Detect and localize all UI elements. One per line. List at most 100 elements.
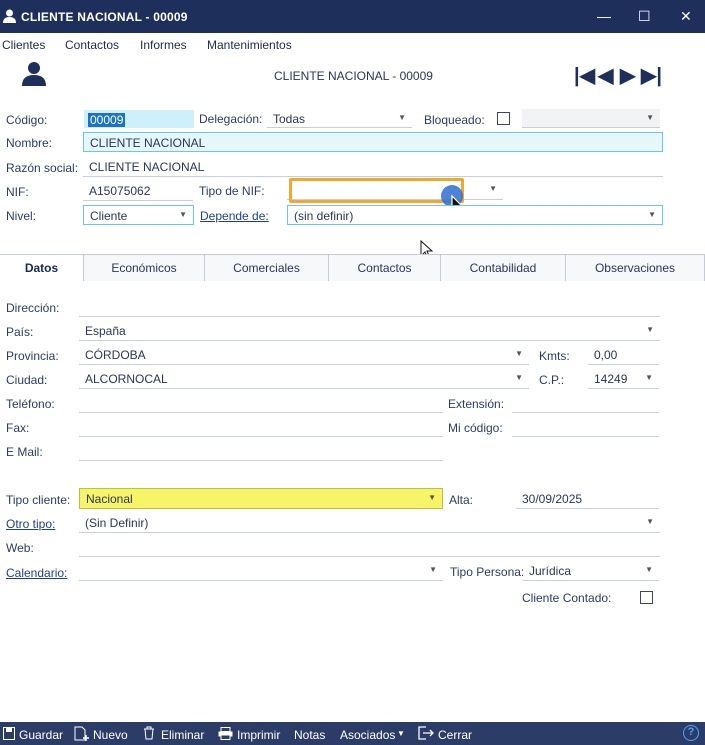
- fax-label: Fax:: [6, 421, 30, 435]
- user-icon: [3, 9, 16, 23]
- depende-de-select[interactable]: (sin definir) ▼: [287, 205, 663, 225]
- last-record-button[interactable]: ▶|: [641, 63, 662, 88]
- record-caption: CLIENTE NACIONAL - 00009: [274, 69, 433, 83]
- nif-field[interactable]: A15075062: [83, 181, 193, 201]
- tab-bar: Datos Económicos Comerciales Contactos C…: [0, 254, 705, 281]
- delegacion-label: Delegación:: [199, 112, 263, 126]
- otro-tipo-select[interactable]: (Sin Definir) ▼: [79, 513, 660, 533]
- direccion-label: Dirección:: [6, 301, 60, 315]
- mi-codigo-field[interactable]: [512, 417, 659, 437]
- nuevo-button[interactable]: Nuevo: [93, 728, 128, 742]
- trash-icon: [144, 726, 154, 740]
- chevron-down-icon: ▼: [646, 325, 654, 334]
- depende-de-link[interactable]: Depende de:: [200, 209, 269, 223]
- codigo-label: Código:: [6, 113, 48, 127]
- menu-contactos[interactable]: Contactos: [65, 38, 119, 52]
- notas-button[interactable]: Notas: [294, 728, 325, 742]
- otro-tipo-value: (Sin Definir): [85, 516, 149, 530]
- tab-contabilidad[interactable]: Contabilidad: [440, 254, 566, 281]
- bloqueado-checkbox[interactable]: [497, 112, 510, 125]
- help-icon[interactable]: ?: [683, 725, 699, 741]
- mi-codigo-label: Mi código:: [448, 421, 503, 435]
- close-button[interactable]: ✕: [680, 8, 692, 25]
- chevron-down-icon: ▼: [515, 373, 523, 382]
- razon-social-label: Razón social:: [6, 161, 79, 175]
- asociados-dropdown[interactable]: Asociados: [340, 728, 395, 742]
- cliente-contado-checkbox[interactable]: [640, 591, 653, 604]
- tipo-cliente-label: Tipo cliente:: [6, 493, 71, 507]
- chevron-down-icon: ▼: [645, 565, 653, 574]
- kmts-value: 0,00: [594, 348, 618, 362]
- provincia-label: Provincia:: [6, 349, 59, 363]
- chevron-down-icon: ▼: [428, 493, 436, 502]
- delegacion-value: Todas: [273, 112, 306, 126]
- pais-select[interactable]: España ▼: [79, 321, 660, 341]
- otro-tipo-link[interactable]: Otro tipo:: [6, 517, 55, 531]
- tab-economicos[interactable]: Económicos: [83, 254, 205, 281]
- tipo-cliente-value: Nacional: [86, 492, 133, 506]
- new-document-icon: [74, 726, 89, 741]
- previous-record-button[interactable]: ◀: [598, 63, 613, 88]
- kmts-label: Kmts:: [539, 349, 570, 363]
- razon-social-field[interactable]: CLIENTE NACIONAL: [83, 157, 663, 177]
- bloqueado-reason-select[interactable]: ▼: [522, 109, 660, 128]
- window-title: CLIENTE NACIONAL - 00009: [21, 10, 188, 24]
- menu-clientes[interactable]: Clientes: [2, 38, 45, 52]
- calendario-select[interactable]: ▼: [79, 561, 443, 581]
- nombre-value: CLIENTE NACIONAL: [90, 136, 206, 150]
- tab-contactos[interactable]: Contactos: [328, 254, 441, 281]
- web-field[interactable]: [79, 537, 660, 557]
- nif-value: A15075062: [89, 184, 151, 198]
- eliminar-button[interactable]: Eliminar: [161, 728, 204, 742]
- cp-select[interactable]: 14249 ▼: [588, 369, 659, 389]
- fax-field[interactable]: [79, 417, 443, 437]
- tipo-persona-select[interactable]: Jurídica ▼: [523, 561, 659, 581]
- calendario-link[interactable]: Calendario:: [6, 566, 67, 580]
- minimize-button[interactable]: —: [597, 8, 611, 24]
- chevron-down-icon: ▼: [645, 373, 653, 382]
- chevron-down-icon: ▼: [397, 729, 405, 738]
- delegacion-select[interactable]: Todas ▼: [267, 109, 412, 128]
- nombre-field[interactable]: CLIENTE NACIONAL: [83, 132, 663, 152]
- depende-de-value: (sin definir): [294, 209, 354, 223]
- printer-icon: [218, 727, 233, 740]
- extension-field[interactable]: [512, 393, 659, 413]
- razon-social-value: CLIENTE NACIONAL: [89, 160, 205, 174]
- first-record-button[interactable]: |◀: [574, 63, 595, 88]
- next-record-button[interactable]: ▶: [620, 63, 635, 88]
- pais-value: España: [85, 324, 126, 338]
- ciudad-select[interactable]: ALCORNOCAL ▼: [79, 369, 529, 389]
- direccion-field[interactable]: [79, 297, 660, 317]
- telefono-field[interactable]: [79, 393, 443, 413]
- exit-icon: [418, 726, 434, 740]
- tab-observaciones[interactable]: Observaciones: [565, 254, 705, 281]
- tab-datos[interactable]: Datos: [0, 254, 84, 281]
- tipo-persona-value: Jurídica: [529, 564, 572, 578]
- maximize-button[interactable]: ☐: [638, 8, 651, 25]
- nivel-select[interactable]: Cliente ▼: [83, 205, 194, 225]
- codigo-field[interactable]: 00009: [84, 110, 194, 128]
- kmts-field[interactable]: 0,00: [588, 345, 659, 365]
- bloqueado-label: Bloqueado:: [424, 113, 485, 127]
- chevron-down-icon: ▼: [646, 113, 654, 122]
- provincia-value: CÓRDOBA: [85, 348, 146, 362]
- tab-comerciales[interactable]: Comerciales: [204, 254, 329, 281]
- chevron-down-icon: ▼: [648, 210, 656, 219]
- alta-label: Alta:: [449, 493, 474, 507]
- alta-value: 30/09/2025: [522, 492, 583, 506]
- tipo-nif-label: Tipo de NIF:: [199, 184, 265, 198]
- extension-label: Extensión:: [448, 397, 505, 411]
- ciudad-label: Ciudad:: [6, 373, 48, 387]
- guardar-button[interactable]: Guardar: [19, 728, 63, 742]
- provincia-select[interactable]: CÓRDOBA ▼: [79, 345, 529, 365]
- menu-mantenimientos[interactable]: Mantenimientos: [207, 38, 292, 52]
- imprimir-button[interactable]: Imprimir: [237, 728, 280, 742]
- email-field[interactable]: [79, 441, 443, 461]
- menu-informes[interactable]: Informes: [140, 38, 187, 52]
- chevron-down-icon: ▼: [515, 349, 523, 358]
- cerrar-button[interactable]: Cerrar: [438, 728, 472, 742]
- codigo-value: 00009: [88, 113, 126, 127]
- nif-label: NIF:: [6, 185, 29, 199]
- tipo-cliente-select[interactable]: Nacional ▼: [79, 488, 443, 509]
- alta-date-field[interactable]: 30/09/2025: [516, 489, 659, 509]
